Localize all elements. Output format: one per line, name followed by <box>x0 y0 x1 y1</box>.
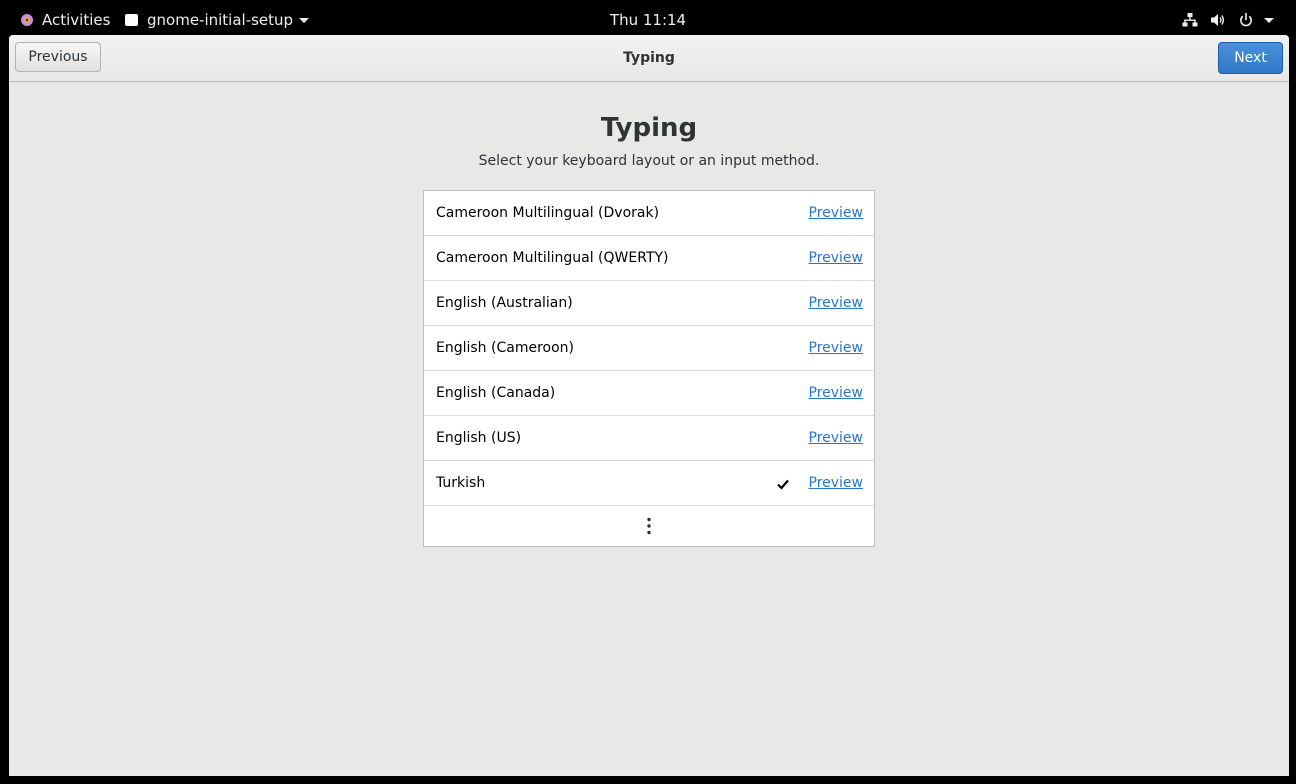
preview-link[interactable]: Preview <box>809 295 864 311</box>
layout-row[interactable]: Cameroon Multilingual (QWERTY) Preview <box>424 236 874 281</box>
activities-label: Activities <box>42 11 111 29</box>
layout-row-selected[interactable]: Turkish Preview <box>424 461 874 506</box>
layout-row[interactable]: English (US) Preview <box>424 416 874 461</box>
power-icon <box>1240 13 1252 27</box>
chevron-down-icon <box>299 17 310 23</box>
keyboard-layout-list: Cameroon Multilingual (Dvorak) Preview C… <box>423 190 875 547</box>
chevron-down-icon <box>1264 17 1274 23</box>
layout-name: Cameroon Multilingual (Dvorak) <box>436 205 660 221</box>
preview-link[interactable]: Preview <box>809 475 864 491</box>
layout-name: English (Australian) <box>436 295 573 311</box>
network-wired-icon <box>1182 13 1198 27</box>
layout-row[interactable]: Cameroon Multilingual (Dvorak) Preview <box>424 191 874 236</box>
preview-link[interactable]: Preview <box>809 385 864 401</box>
system-menu[interactable] <box>1170 0 1274 40</box>
preview-link[interactable]: Preview <box>809 340 864 356</box>
layout-name: English (Canada) <box>436 385 556 401</box>
layout-name: Turkish <box>436 475 486 491</box>
app-window-icon <box>125 14 138 26</box>
view-more-icon <box>647 517 651 535</box>
volume-icon <box>1211 14 1225 26</box>
page-subtitle: Select your keyboard layout or an input … <box>478 153 820 169</box>
layout-name: English (Cameroon) <box>436 340 574 356</box>
next-button[interactable]: Next <box>1218 42 1283 74</box>
window-title: Typing <box>623 50 675 66</box>
preview-link[interactable]: Preview <box>809 205 864 221</box>
layout-row[interactable]: English (Cameroon) Preview <box>424 326 874 371</box>
layout-row[interactable]: English (Canada) Preview <box>424 371 874 416</box>
clock[interactable]: Thu 11:14 <box>610 11 686 29</box>
setup-window: Previous Typing Next Typing Select your … <box>9 35 1289 776</box>
layout-name: English (US) <box>436 430 522 446</box>
activities-button[interactable]: Activities <box>20 0 110 40</box>
checkmark-icon <box>777 479 789 490</box>
app-menu[interactable]: gnome-initial-setup <box>125 0 310 40</box>
preview-link[interactable]: Preview <box>809 250 864 266</box>
show-more-row[interactable] <box>424 506 874 546</box>
layout-name: Cameroon Multilingual (QWERTY) <box>436 250 669 266</box>
top-bar: Activities gnome-initial-setup Thu 11:14 <box>0 0 1296 40</box>
page-title: Typing <box>600 113 698 143</box>
gnome-foot-icon <box>21 14 33 26</box>
header-bar: Previous Typing Next <box>9 35 1289 82</box>
app-menu-label: gnome-initial-setup <box>147 11 294 29</box>
layout-row[interactable]: English (Australian) Preview <box>424 281 874 326</box>
preview-link[interactable]: Preview <box>809 430 864 446</box>
